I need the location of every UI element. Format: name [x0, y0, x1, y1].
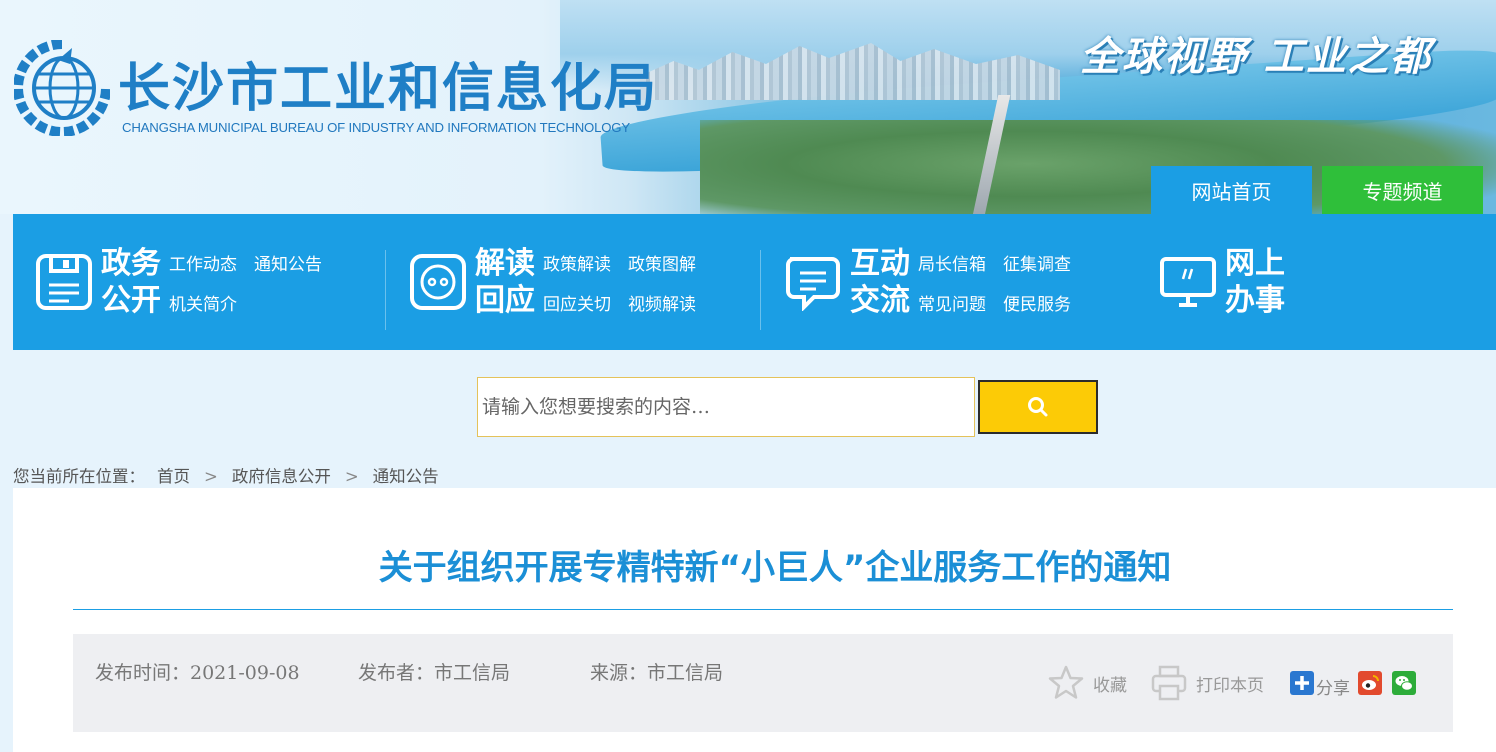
- nav-divider: [760, 250, 761, 330]
- nav-heading-top: 解读: [475, 246, 535, 281]
- nav-link-work-news[interactable]: 工作动态: [169, 250, 237, 275]
- header-banner: 全球视野 工业之都 长沙市工业和信息化局 CHANGSHA MUNICIPAL …: [0, 0, 1496, 214]
- nav-heading-bottom: 交流: [850, 283, 910, 318]
- site-title[interactable]: 长沙市工业和信息化局: [118, 46, 658, 121]
- nav-link-org-intro[interactable]: 机关简介: [169, 290, 237, 315]
- breadcrumb-gov-info[interactable]: 政府信息公开: [232, 467, 331, 486]
- source: 来源：市工信局: [590, 662, 724, 684]
- nav-heading-bottom: 公开: [101, 283, 161, 318]
- nav-group-interaction: 互动 交流 局长信箱 征集调查 常见问题 便民服务: [784, 214, 1071, 350]
- star-icon: [1048, 665, 1084, 699]
- nav-link-policy-interpretation[interactable]: 政策解读: [543, 250, 611, 275]
- weibo-icon[interactable]: [1358, 670, 1382, 695]
- search-button[interactable]: [978, 380, 1098, 434]
- article-title: 关于组织开展专精特新“小巨人”企业服务工作的通知: [378, 548, 1172, 588]
- nav-heading-interpretation[interactable]: 解读 回应: [475, 245, 535, 319]
- nav-links-interaction: 局长信箱 征集调查 常见问题 便民服务: [918, 250, 1071, 315]
- tab-topic-channel[interactable]: 专题频道: [1322, 166, 1483, 214]
- nav-link-policy-graphics[interactable]: 政策图解: [628, 250, 696, 275]
- wechat-icon[interactable]: [1392, 670, 1416, 695]
- publisher: 发布者：市工信局: [358, 662, 511, 684]
- nav-divider: [385, 250, 386, 330]
- nav-link-responses[interactable]: 回应关切: [543, 290, 611, 315]
- nav-heading-top: 互动: [850, 246, 910, 281]
- breadcrumb-home[interactable]: 首页: [157, 467, 190, 486]
- chevron-right-icon: >: [204, 467, 218, 486]
- main-nav: 政务 公开 工作动态 通知公告 机关简介 解读 回应 政策解读 政策图解 回应关…: [13, 214, 1496, 350]
- nav-group-interpretation: 解读 回应 政策解读 政策图解 回应关切 视频解读: [409, 214, 696, 350]
- site-subtitle: CHANGSHA MUNICIPAL BUREAU OF INDUSTRY AN…: [122, 120, 630, 135]
- banner-slogan: 全球视野 工业之都: [1080, 34, 1432, 80]
- nav-heading-bottom: 回应: [475, 283, 535, 318]
- article-meta-bar: 发布时间：2021-09-08 发布者：市工信局 来源：市工信局 收藏 打印本页: [73, 634, 1453, 732]
- nav-heading-bottom: 办事: [1225, 283, 1285, 318]
- share-group: 分享: [1290, 666, 1416, 699]
- breadcrumb-prefix: 您当前所在位置：: [13, 467, 145, 486]
- share-plus-icon[interactable]: [1290, 670, 1314, 695]
- breadcrumb-notices[interactable]: 通知公告: [373, 467, 439, 486]
- publish-time: 发布时间：2021-09-08: [95, 662, 300, 684]
- monitor-icon: [1160, 257, 1216, 307]
- share-label[interactable]: 分享: [1316, 674, 1350, 699]
- nav-link-director-mailbox[interactable]: 局长信箱: [918, 250, 986, 275]
- nav-link-video-interpretation[interactable]: 视频解读: [628, 290, 696, 315]
- speech-bubble-icon: [786, 257, 840, 311]
- breadcrumb: 您当前所在位置： 首页 > 政府信息公开 > 通知公告: [13, 463, 439, 487]
- favorite-label: 收藏: [1093, 675, 1127, 696]
- nav-heading-interaction[interactable]: 互动 交流: [850, 245, 910, 319]
- nav-link-notices[interactable]: 通知公告: [254, 250, 322, 275]
- chevron-right-icon: >: [344, 467, 359, 486]
- print-label: 打印本页: [1196, 675, 1264, 696]
- nav-links-interpretation: 政策解读 政策图解 回应关切 视频解读: [543, 250, 696, 315]
- nav-link-survey[interactable]: 征集调查: [1003, 250, 1071, 275]
- printer-icon: [1151, 665, 1187, 701]
- nav-heading-gov-affairs[interactable]: 政务 公开: [101, 245, 161, 319]
- nav-group-gov-affairs: 政务 公开 工作动态 通知公告 机关简介: [35, 214, 322, 350]
- tab-home[interactable]: 网站首页: [1151, 166, 1312, 214]
- nav-heading-top: 政务: [101, 246, 161, 281]
- chat-face-icon: [410, 254, 466, 310]
- article: 关于组织开展专精特新“小巨人”企业服务工作的通知 发布时间：2021-09-08…: [13, 488, 1496, 752]
- bureau-logo-icon[interactable]: [14, 40, 110, 136]
- nav-heading-top: 网上: [1225, 246, 1285, 281]
- nav-links-gov-affairs: 工作动态 通知公告 机关简介: [169, 250, 322, 315]
- nav-link-public-services[interactable]: 便民服务: [1003, 290, 1071, 315]
- search-icon: [1028, 397, 1048, 417]
- nav-group-online-services[interactable]: 网上 办事: [1159, 214, 1293, 350]
- title-divider: [73, 609, 1453, 610]
- floppy-disk-icon: [36, 254, 92, 310]
- print-button[interactable]: 打印本页: [1150, 664, 1264, 702]
- search-input[interactable]: [477, 377, 975, 437]
- nav-heading-online-services[interactable]: 网上 办事: [1225, 245, 1285, 319]
- favorite-button[interactable]: 收藏: [1047, 664, 1127, 702]
- nav-link-faq[interactable]: 常见问题: [918, 290, 986, 315]
